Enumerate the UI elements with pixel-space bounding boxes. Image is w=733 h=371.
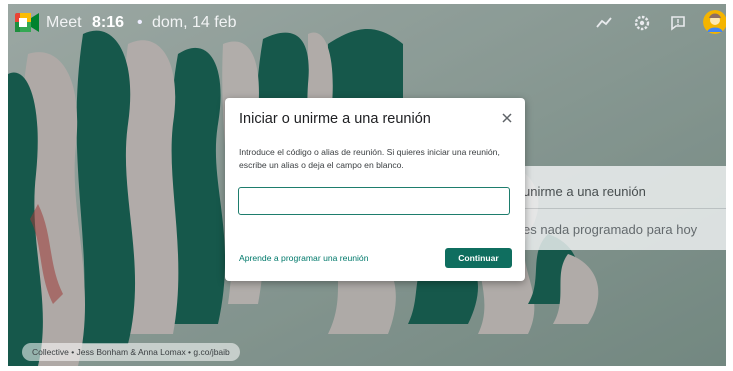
continue-button[interactable]: Continuar [445, 248, 512, 268]
current-date: dom, 14 feb [152, 14, 237, 31]
top-bar: Meet 8:16 • dom, 14 feb [8, 4, 726, 42]
time-date-separator: • [137, 14, 143, 31]
learn-schedule-link[interactable]: Aprende a programar una reunión [239, 253, 368, 263]
dialog-title: Iniciar o unirme a una reunión [239, 111, 431, 127]
wallpaper-credit[interactable]: Collective • Jess Bonham & Anna Lomax • … [22, 343, 240, 361]
join-meeting-dialog: Iniciar o unirme a una reunión Introduce… [225, 98, 525, 281]
side-card-divider [523, 208, 726, 209]
feedback-icon[interactable] [667, 12, 689, 34]
join-meeting-entry[interactable]: unirme a una reunión [523, 184, 646, 199]
current-time: 8:16 [92, 14, 125, 31]
avatar-image [703, 10, 726, 34]
meeting-code-input[interactable] [238, 187, 510, 215]
meet-logo-icon [15, 13, 39, 32]
app-name: Meet [46, 14, 82, 31]
no-meetings-text: es nada programado para hoy [523, 222, 698, 237]
close-icon[interactable] [498, 109, 516, 127]
dialog-description: Introduce el código o alias de reunión. … [239, 147, 500, 170]
user-avatar[interactable] [703, 10, 726, 34]
activity-chart-icon[interactable] [593, 12, 615, 34]
settings-gear-icon[interactable] [631, 12, 653, 34]
